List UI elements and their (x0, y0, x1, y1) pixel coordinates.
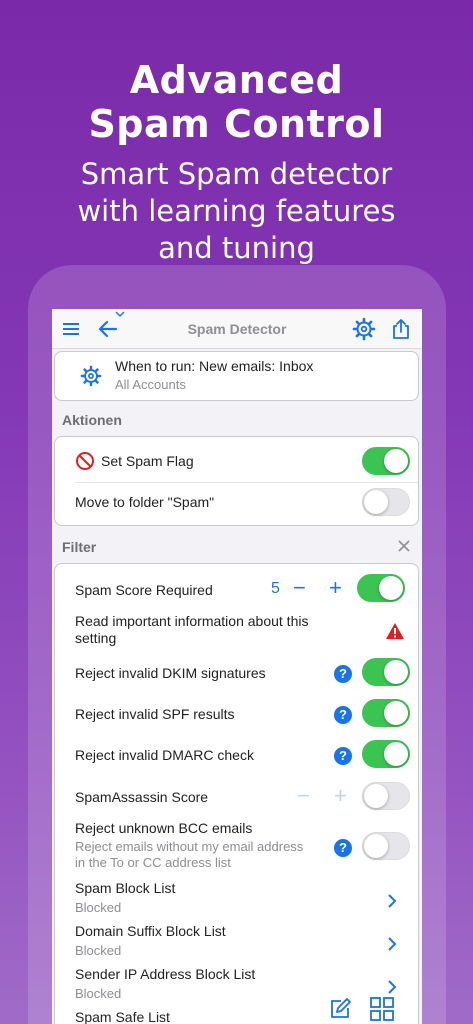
hero-title-line: Spam Control (88, 102, 385, 146)
gear-icon[interactable] (352, 317, 376, 341)
navigation-bar: Spam Detector (52, 309, 422, 349)
domain-suffix-block-list-status: Blocked (75, 943, 122, 958)
dkim-toggle[interactable] (362, 658, 410, 686)
spam-safe-list-label: Spam Safe List (75, 1009, 170, 1024)
chevron-right-icon[interactable] (386, 978, 398, 996)
spam-block-list-label: Spam Block List (75, 880, 176, 896)
trigger-title: When to run: New emails: Inbox (115, 358, 314, 374)
spam-score-value: 5 (271, 580, 280, 597)
toggle-knob (384, 701, 408, 725)
toggle-knob (384, 742, 408, 766)
spam-score-toggle[interactable] (357, 574, 405, 602)
spam-score-label: Spam Score Required (75, 582, 213, 598)
hero-subtitle: Smart Spam detector with learning featur… (0, 156, 473, 267)
increment-button[interactable]: + (329, 577, 342, 599)
toggle-knob (364, 834, 388, 858)
share-icon[interactable] (389, 317, 413, 341)
hero-subtitle-line: Smart Spam detector (80, 157, 393, 191)
actions-section-header: Aktionen (62, 412, 122, 428)
move-to-spam-label: Move to folder "Spam" (75, 494, 215, 510)
actions-card: Set Spam Flag Move to folder "Spam" (54, 436, 419, 526)
help-icon[interactable]: ? (334, 665, 352, 683)
trigger-card[interactable]: When to run: New emails: Inbox All Accou… (54, 351, 419, 401)
filter-section-header: Filter (62, 539, 97, 555)
spf-label: Reject invalid SPF results (75, 706, 235, 722)
hero-subtitle-line: with learning features (77, 194, 396, 228)
divider (75, 482, 418, 483)
chevron-right-icon[interactable] (386, 892, 398, 910)
compose-icon[interactable] (328, 997, 352, 1021)
sender-ip-block-list-label: Sender IP Address Block List (75, 966, 256, 982)
bcc-description: Reject emails without my email address i… (75, 839, 304, 870)
spamassassin-label: SpamAssassin Score (75, 789, 209, 805)
warning-icon[interactable] (385, 622, 405, 640)
hero-title: Advanced Spam Control (0, 58, 473, 146)
decrement-button[interactable]: − (293, 577, 306, 599)
chevron-right-icon[interactable] (386, 935, 398, 953)
chevron-down-icon[interactable] (115, 311, 125, 318)
gear-icon (80, 365, 102, 387)
toggle-knob (364, 784, 388, 808)
help-icon[interactable]: ? (334, 747, 352, 765)
filter-card: Spam Score Required 5 − + Read important… (54, 563, 419, 1024)
dkim-label: Reject invalid DKIM signatures (75, 665, 266, 681)
dmarc-toggle[interactable] (362, 740, 410, 768)
set-spam-flag-toggle[interactable] (362, 447, 410, 475)
app-screen: Spam Detector When to run: New emails: I… (52, 309, 422, 1024)
toggle-knob (379, 576, 403, 600)
bcc-label: Reject unknown BCC emails (75, 820, 253, 836)
important-info-link[interactable]: Read important information about this se… (75, 613, 345, 647)
toggle-knob (384, 449, 408, 473)
toggle-knob (384, 660, 408, 684)
spamassassin-toggle[interactable] (362, 782, 410, 810)
spf-toggle[interactable] (362, 699, 410, 727)
trigger-subtitle: All Accounts (115, 377, 186, 392)
decrement-button[interactable]: − (297, 785, 310, 807)
dmarc-label: Reject invalid DMARC check (75, 747, 254, 763)
bcc-toggle[interactable] (362, 832, 410, 860)
move-to-spam-toggle[interactable] (362, 488, 410, 516)
grid-icon[interactable] (369, 996, 395, 1022)
sender-ip-block-list-status: Blocked (75, 986, 122, 1001)
hero-subtitle-line: and tuning (158, 231, 315, 265)
help-icon[interactable]: ? (334, 839, 352, 857)
forbidden-icon (76, 452, 94, 470)
help-icon[interactable]: ? (334, 706, 352, 724)
domain-suffix-block-list-label: Domain Suffix Block List (75, 923, 226, 939)
close-icon[interactable] (398, 540, 410, 552)
toggle-knob (364, 490, 388, 514)
set-spam-flag-label: Set Spam Flag (101, 453, 194, 469)
increment-button[interactable]: + (334, 785, 347, 807)
spam-block-list-status: Blocked (75, 900, 122, 915)
hero-title-line: Advanced (129, 58, 344, 102)
